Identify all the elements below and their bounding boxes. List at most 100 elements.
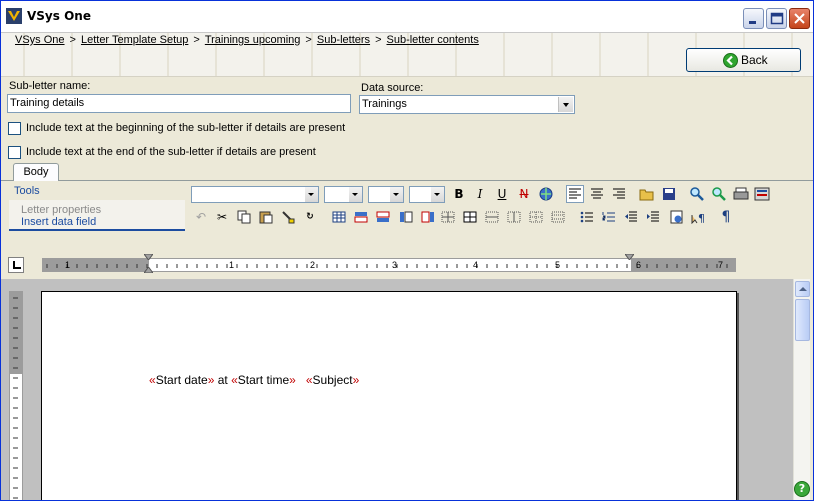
vertical-scrollbar[interactable] — [793, 279, 810, 500]
decrease-indent-icon[interactable] — [622, 208, 640, 226]
include-begin-checkbox[interactable] — [8, 122, 21, 135]
maximize-icon — [770, 12, 784, 25]
italic-button[interactable]: I — [471, 185, 489, 203]
increase-indent-icon[interactable] — [644, 208, 662, 226]
insert-row-above-icon[interactable] — [352, 208, 370, 226]
bulleted-list-icon[interactable] — [578, 208, 596, 226]
chevron-down-icon[interactable] — [349, 187, 362, 202]
save-disk-icon[interactable] — [660, 185, 678, 203]
split-cells-icon[interactable] — [505, 208, 523, 226]
cell-borders-icon[interactable] — [461, 208, 479, 226]
copy-icon[interactable] — [235, 208, 253, 226]
font-size-combo[interactable] — [324, 186, 363, 203]
paste-icon[interactable] — [257, 208, 275, 226]
breadcrumb-home[interactable]: VSys One — [15, 34, 65, 46]
insert-column-left-icon[interactable] — [397, 208, 415, 226]
print-icon[interactable] — [732, 185, 750, 203]
cut-scissors-icon[interactable]: ✂ — [213, 208, 231, 226]
sub-letter-name-input[interactable]: Training details — [7, 94, 351, 113]
align-center-icon[interactable] — [588, 185, 606, 203]
chevron-down-icon[interactable] — [390, 187, 403, 202]
include-begin-label: Include text at the beginning of the sub… — [26, 122, 346, 134]
close-icon — [794, 13, 805, 24]
ruler-number: 1 — [65, 260, 71, 270]
chevron-down-icon[interactable] — [305, 187, 318, 202]
help-icon[interactable]: ? — [794, 481, 810, 497]
document-page[interactable] — [41, 291, 737, 500]
insert-column-right-icon[interactable] — [419, 208, 437, 226]
color-combo[interactable] — [409, 186, 445, 203]
scroll-up-arrow-icon[interactable] — [795, 281, 810, 297]
first-line-indent-marker[interactable] — [144, 254, 153, 260]
insert-data-field-link[interactable]: Insert data field — [21, 216, 96, 228]
breadcrumb: VSys One > Letter Template Setup > Trainings… — [15, 34, 479, 46]
merge-cells-icon[interactable] — [483, 208, 501, 226]
insert-row-below-icon[interactable] — [374, 208, 392, 226]
chevron-down-icon[interactable] — [431, 187, 444, 202]
back-button-label: Back — [741, 53, 768, 67]
connector-text: at — [217, 373, 228, 387]
merge-field-start-time[interactable]: Start time — [238, 373, 289, 387]
show-formatting-pointer-icon[interactable]: ¶ — [690, 208, 708, 226]
show-formatting-marks-icon[interactable]: ¶ — [717, 208, 735, 226]
style-combo[interactable] — [368, 186, 404, 203]
data-source-label: Data source: — [361, 82, 424, 94]
open-folder-icon[interactable] — [638, 185, 656, 203]
delete-row-icon[interactable] — [439, 208, 457, 226]
zoom-out-icon[interactable] — [710, 185, 728, 203]
app-logo-icon — [6, 8, 22, 24]
hanging-indent-marker[interactable] — [144, 267, 153, 273]
ruler-number: 7 — [718, 260, 724, 270]
table-insert-icon[interactable] — [330, 208, 348, 226]
tab-stop-selector[interactable] — [8, 257, 24, 273]
globe-link-icon[interactable] — [537, 185, 555, 203]
maximize-button[interactable] — [766, 8, 787, 29]
font-family-combo[interactable] — [191, 186, 319, 203]
page-settings-icon[interactable] — [668, 208, 686, 226]
breadcrumb-sub-letter-contents[interactable]: Sub-letter contents — [387, 34, 479, 46]
print-preview-icon[interactable] — [753, 185, 771, 203]
merge-field-subject[interactable]: Subject — [313, 373, 353, 387]
close-button[interactable] — [789, 8, 810, 29]
back-button[interactable]: Back — [686, 48, 801, 72]
ruler-number: 6 — [636, 260, 642, 270]
right-indent-marker[interactable] — [625, 254, 634, 260]
document-text-line[interactable]: «Start date» at «Start time» «Subject» — [149, 373, 359, 387]
ruler-number: 2 — [310, 260, 316, 270]
bold-button[interactable]: B — [450, 185, 468, 203]
scrollbar-thumb[interactable] — [795, 299, 810, 341]
merge-field-start-date[interactable]: Start date — [156, 373, 208, 387]
vertical-ruler-ticks — [13, 297, 18, 499]
include-end-checkbox[interactable] — [8, 146, 21, 159]
minimize-icon — [749, 21, 756, 24]
include-end-label: Include text at the end of the sub-lette… — [26, 146, 316, 158]
replace-text-icon[interactable]: ↻ — [301, 208, 319, 226]
breadcrumb-sub-letters[interactable]: Sub-letters — [317, 34, 370, 46]
ruler-number: 4 — [473, 260, 479, 270]
undo-icon[interactable]: ↶ — [192, 208, 210, 226]
align-left-icon[interactable] — [566, 185, 584, 203]
zoom-in-icon[interactable] — [688, 185, 706, 203]
align-right-icon[interactable] — [610, 185, 628, 203]
letter-properties-link: Letter properties — [21, 204, 102, 216]
tab-body[interactable]: Body — [13, 163, 59, 181]
svg-text:¶: ¶ — [698, 212, 705, 224]
numbered-list-icon[interactable] — [600, 208, 618, 226]
underline-button[interactable]: U — [493, 185, 511, 203]
ruler-number: 5 — [555, 260, 561, 270]
back-arrow-icon — [723, 53, 738, 68]
sub-letter-name-label: Sub-letter name: — [9, 80, 91, 92]
chevron-down-icon[interactable] — [558, 97, 573, 112]
data-source-select[interactable]: Trainings — [359, 95, 575, 114]
breadcrumb-trainings-upcoming[interactable]: Trainings upcoming — [205, 34, 301, 46]
strikethrough-button[interactable]: N — [515, 185, 533, 203]
minimize-button[interactable] — [743, 8, 764, 29]
title-bar: VSys One — [1, 1, 813, 33]
breadcrumb-letter-template-setup[interactable]: Letter Template Setup — [81, 34, 188, 46]
vertical-ruler[interactable] — [9, 291, 23, 500]
tools-heading: Tools — [14, 185, 40, 197]
delete-column-icon[interactable] — [527, 208, 545, 226]
delete-table-icon[interactable] — [549, 208, 567, 226]
data-source-value: Trainings — [362, 98, 407, 110]
format-painter-icon[interactable] — [279, 208, 297, 226]
